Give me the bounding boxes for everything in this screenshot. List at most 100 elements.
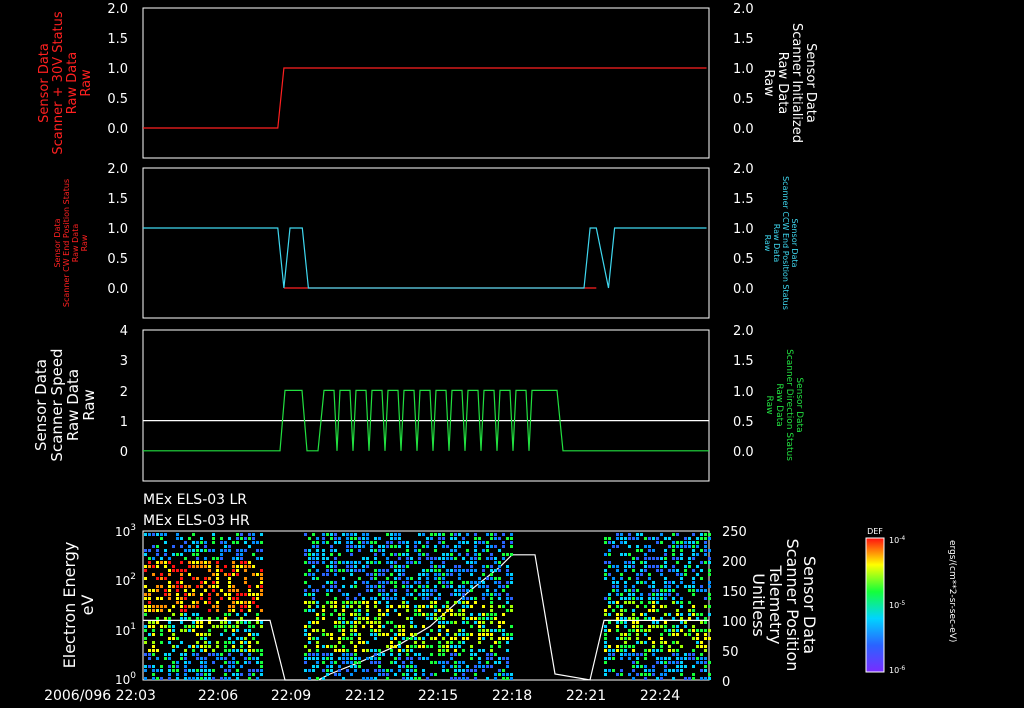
spectrogram-cell	[660, 597, 663, 600]
spectrogram-cell	[338, 589, 341, 592]
spectrogram-cell	[692, 649, 695, 652]
spectrogram-cell	[370, 545, 373, 548]
spectrogram-cell	[232, 641, 235, 644]
spectrogram-cell	[346, 653, 349, 656]
spectrogram-cell	[304, 561, 307, 564]
spectrogram-cell	[148, 533, 151, 536]
spectrogram-cell	[256, 573, 259, 576]
spectrogram-cell	[406, 673, 409, 676]
spectrogram-cell	[168, 569, 171, 572]
spectrogram-cell	[374, 537, 377, 540]
spectrogram-cell	[708, 613, 711, 616]
spectrogram-cell	[316, 677, 319, 680]
svg-text:Sensor Data: Sensor Data	[794, 377, 804, 432]
spectrogram-cell	[316, 605, 319, 608]
spectrogram-cell	[232, 629, 235, 632]
spectrogram-cell	[228, 545, 231, 548]
spectrogram-cell	[402, 565, 405, 568]
spectrogram-cell	[644, 545, 647, 548]
spectrogram-cell	[236, 557, 239, 560]
spectrogram-cell	[232, 649, 235, 652]
spectrogram-cell	[632, 617, 635, 620]
spectrogram-cell	[454, 649, 457, 652]
spectrogram-cell	[212, 677, 215, 680]
spectrogram-cell	[490, 557, 493, 560]
spectrogram-cell	[450, 557, 453, 560]
svg-text:Raw Data: Raw Data	[774, 383, 784, 426]
spectrogram-cell	[152, 669, 155, 672]
spectrogram-cell	[450, 637, 453, 640]
spectrogram-cell	[482, 621, 485, 624]
spectrogram-cell	[386, 533, 389, 536]
tick-label: 1	[120, 415, 128, 430]
spectrogram-cell	[648, 629, 651, 632]
spectrogram-cell	[644, 649, 647, 652]
spectrogram-cell	[616, 545, 619, 548]
spectrogram-cell	[664, 537, 667, 540]
spectrogram-cell	[362, 617, 365, 620]
spectrogram-cell	[148, 625, 151, 628]
spectrogram-cell	[490, 593, 493, 596]
spectrogram-cell	[410, 561, 413, 564]
spectrogram-cell	[458, 653, 461, 656]
spectrogram-cell	[672, 661, 675, 664]
spectrogram-cell	[426, 581, 429, 584]
spectrogram-cell	[204, 641, 207, 644]
spectrogram-cell	[704, 665, 707, 668]
spectrogram-cell	[442, 545, 445, 548]
spectrogram-cell	[498, 577, 501, 580]
spectrogram-cell	[200, 541, 203, 544]
spectrogram-cell	[442, 645, 445, 648]
spectrogram-cell	[632, 593, 635, 596]
spectrogram-cell	[656, 677, 659, 680]
spectrogram-cell	[680, 645, 683, 648]
spectrogram-cell	[260, 621, 263, 624]
spectrogram-cell	[192, 589, 195, 592]
spectrogram-cell	[632, 601, 635, 604]
spectrogram-cell	[148, 621, 151, 624]
spectrogram-cell	[374, 597, 377, 600]
spectrogram-cell	[490, 609, 493, 612]
spectrogram-cell	[696, 629, 699, 632]
spectrogram-cell	[236, 625, 239, 628]
spectrogram-cell	[680, 605, 683, 608]
spectrogram-cell	[200, 549, 203, 552]
spectrogram-cell	[144, 613, 147, 616]
spectrogram-cell	[454, 653, 457, 656]
spectrogram-cell	[402, 569, 405, 572]
spectrogram-cell	[458, 641, 461, 644]
spectrogram-cell	[462, 673, 465, 676]
spectrogram-cell	[664, 625, 667, 628]
spectrogram-cell	[454, 677, 457, 680]
spectrogram-cell	[422, 673, 425, 676]
spectrogram-cell	[382, 625, 385, 628]
spectrogram-cell	[700, 629, 703, 632]
spectrogram-cell	[350, 637, 353, 640]
spectrogram-cell	[442, 637, 445, 640]
spectrogram-cell	[676, 585, 679, 588]
spectrogram-cell	[188, 561, 191, 564]
spectrogram-cell	[156, 533, 159, 536]
spectrogram-cell	[212, 661, 215, 664]
spectrogram-cell	[338, 657, 341, 660]
spectrogram-cell	[152, 649, 155, 652]
spectrogram-cell	[668, 613, 671, 616]
spectrogram-cell	[696, 565, 699, 568]
spectrogram-cell	[684, 677, 687, 680]
spectrogram-cell	[256, 657, 259, 660]
spectrogram-cell	[232, 609, 235, 612]
spectrogram-cell	[608, 621, 611, 624]
spectrogram-cell	[418, 561, 421, 564]
spectrogram-cell	[212, 581, 215, 584]
spectrogram-cell	[224, 621, 227, 624]
spectrogram-cell	[668, 569, 671, 572]
spectrogram-cell	[232, 665, 235, 668]
spectrogram-cell	[256, 617, 259, 620]
spectrogram-cell	[350, 657, 353, 660]
spectrogram-cell	[466, 597, 469, 600]
spectrogram-cell	[390, 649, 393, 652]
spectrogram-cell	[616, 533, 619, 536]
spectrogram-cell	[342, 653, 345, 656]
spectrogram-cell	[212, 653, 215, 656]
spectrogram-cell	[604, 645, 607, 648]
